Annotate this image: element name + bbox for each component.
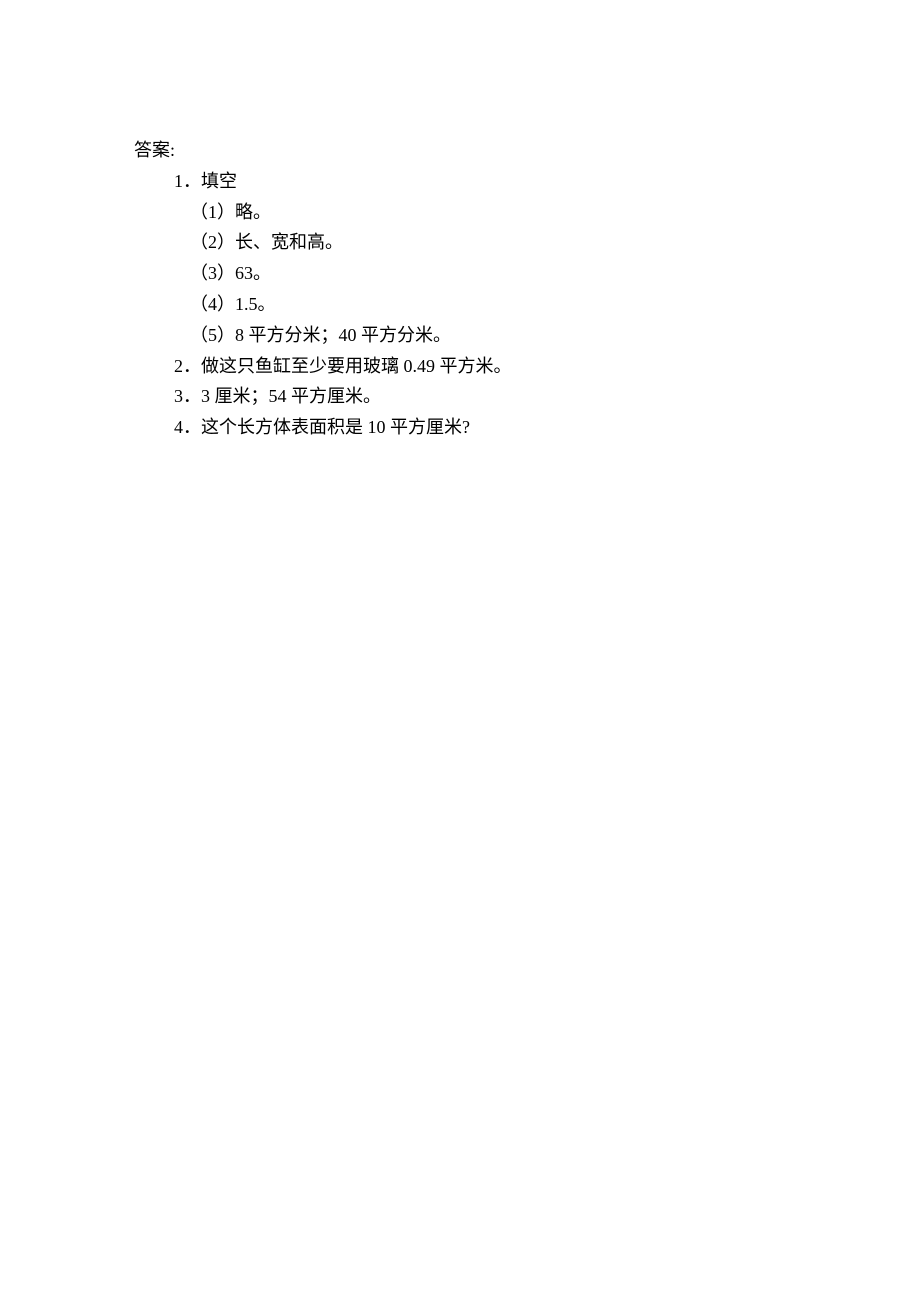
section-4: 4．这个长方体表面积是 10 平方厘米? bbox=[134, 413, 920, 442]
section-1-title: 1．填空 bbox=[134, 167, 920, 196]
section-1-item-3: （3）63。 bbox=[134, 259, 920, 288]
section-2: 2．做这只鱼缸至少要用玻璃 0.49 平方米。 bbox=[134, 352, 920, 381]
section-1-item-2: （2）长、宽和高。 bbox=[134, 228, 920, 257]
section-3: 3．3 厘米；54 平方厘米。 bbox=[134, 382, 920, 411]
section-1-item-5: （5）8 平方分米；40 平方分米。 bbox=[134, 321, 920, 350]
answer-header: 答案: bbox=[134, 136, 920, 165]
section-1-item-1: （1）略。 bbox=[134, 198, 920, 227]
section-1-item-4: （4）1.5。 bbox=[134, 290, 920, 319]
